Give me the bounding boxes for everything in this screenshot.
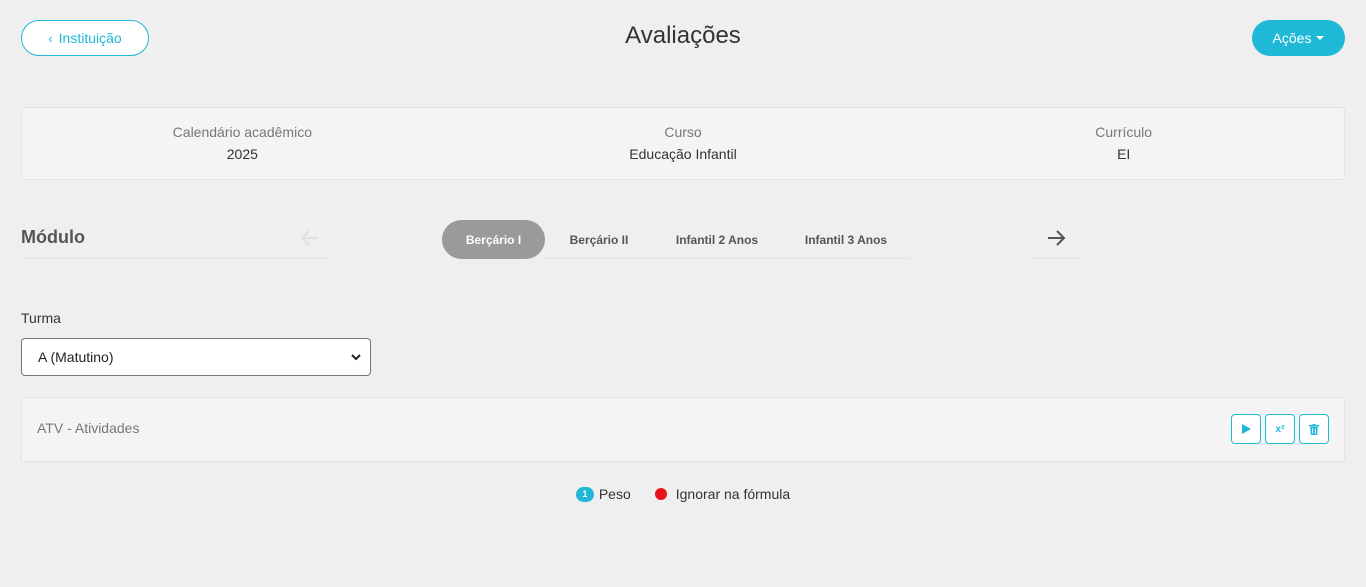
turma-selected-value: A (Matutino) xyxy=(38,349,114,365)
legend: 1 Peso Ignorar na fórmula xyxy=(0,486,1366,502)
calendar-value: 2025 xyxy=(226,146,258,162)
delete-button[interactable] xyxy=(1299,414,1329,444)
chevron-down-icon xyxy=(351,354,361,361)
curriculum-info: Currículo EI xyxy=(903,108,1344,179)
course-label: Curso xyxy=(664,124,702,140)
play-icon xyxy=(1242,424,1251,434)
ignore-dot-icon xyxy=(654,488,667,500)
tab-infantil-3-anos[interactable]: Infantil 3 Anos xyxy=(794,220,898,259)
actions-button-label: Ações xyxy=(1272,30,1312,46)
turma-label: Turma xyxy=(21,310,61,326)
caret-down-icon xyxy=(1316,36,1325,40)
curriculum-label: Currículo xyxy=(1095,124,1153,140)
formula-button[interactable]: x² xyxy=(1265,414,1295,444)
calendar-info: Calendário acadêmico 2025 xyxy=(22,108,463,179)
info-card: Calendário acadêmico 2025 Curso Educação… xyxy=(21,107,1345,180)
arrow-left-icon xyxy=(300,230,318,246)
turma-select[interactable]: A (Matutino) xyxy=(21,338,371,376)
course-info: Curso Educação Infantil xyxy=(463,108,904,179)
tab-bercario-i[interactable]: Berçário I xyxy=(442,220,545,259)
peso-badge: 1 xyxy=(575,486,594,502)
actions-dropdown-button[interactable]: Ações xyxy=(1252,20,1345,56)
activity-card: ATV - Atividades x² xyxy=(21,397,1345,462)
peso-label: Peso xyxy=(598,486,631,502)
modulo-divider xyxy=(21,258,328,259)
ignore-label: Ignorar na fórmula xyxy=(675,486,791,502)
page-title: Avaliações xyxy=(625,22,741,49)
modulo-title: Módulo xyxy=(21,227,85,247)
tab-infantil-2-anos[interactable]: Infantil 2 Anos xyxy=(664,220,770,259)
trash-icon xyxy=(1309,423,1319,435)
arrow-right-icon xyxy=(1048,230,1066,246)
next-arrow-divider xyxy=(1032,258,1080,259)
formula-icon: x² xyxy=(1275,423,1285,435)
calendar-label: Calendário acadêmico xyxy=(172,124,312,140)
course-value: Educação Infantil xyxy=(629,146,737,162)
next-arrow-button[interactable] xyxy=(1042,224,1070,252)
previous-arrow-button[interactable] xyxy=(296,224,324,252)
activity-text: ATV - Atividades xyxy=(37,420,140,436)
curriculum-value: EI xyxy=(1117,146,1131,162)
play-button[interactable] xyxy=(1231,414,1261,444)
tab-bercario-ii[interactable]: Berçário II xyxy=(554,220,644,259)
